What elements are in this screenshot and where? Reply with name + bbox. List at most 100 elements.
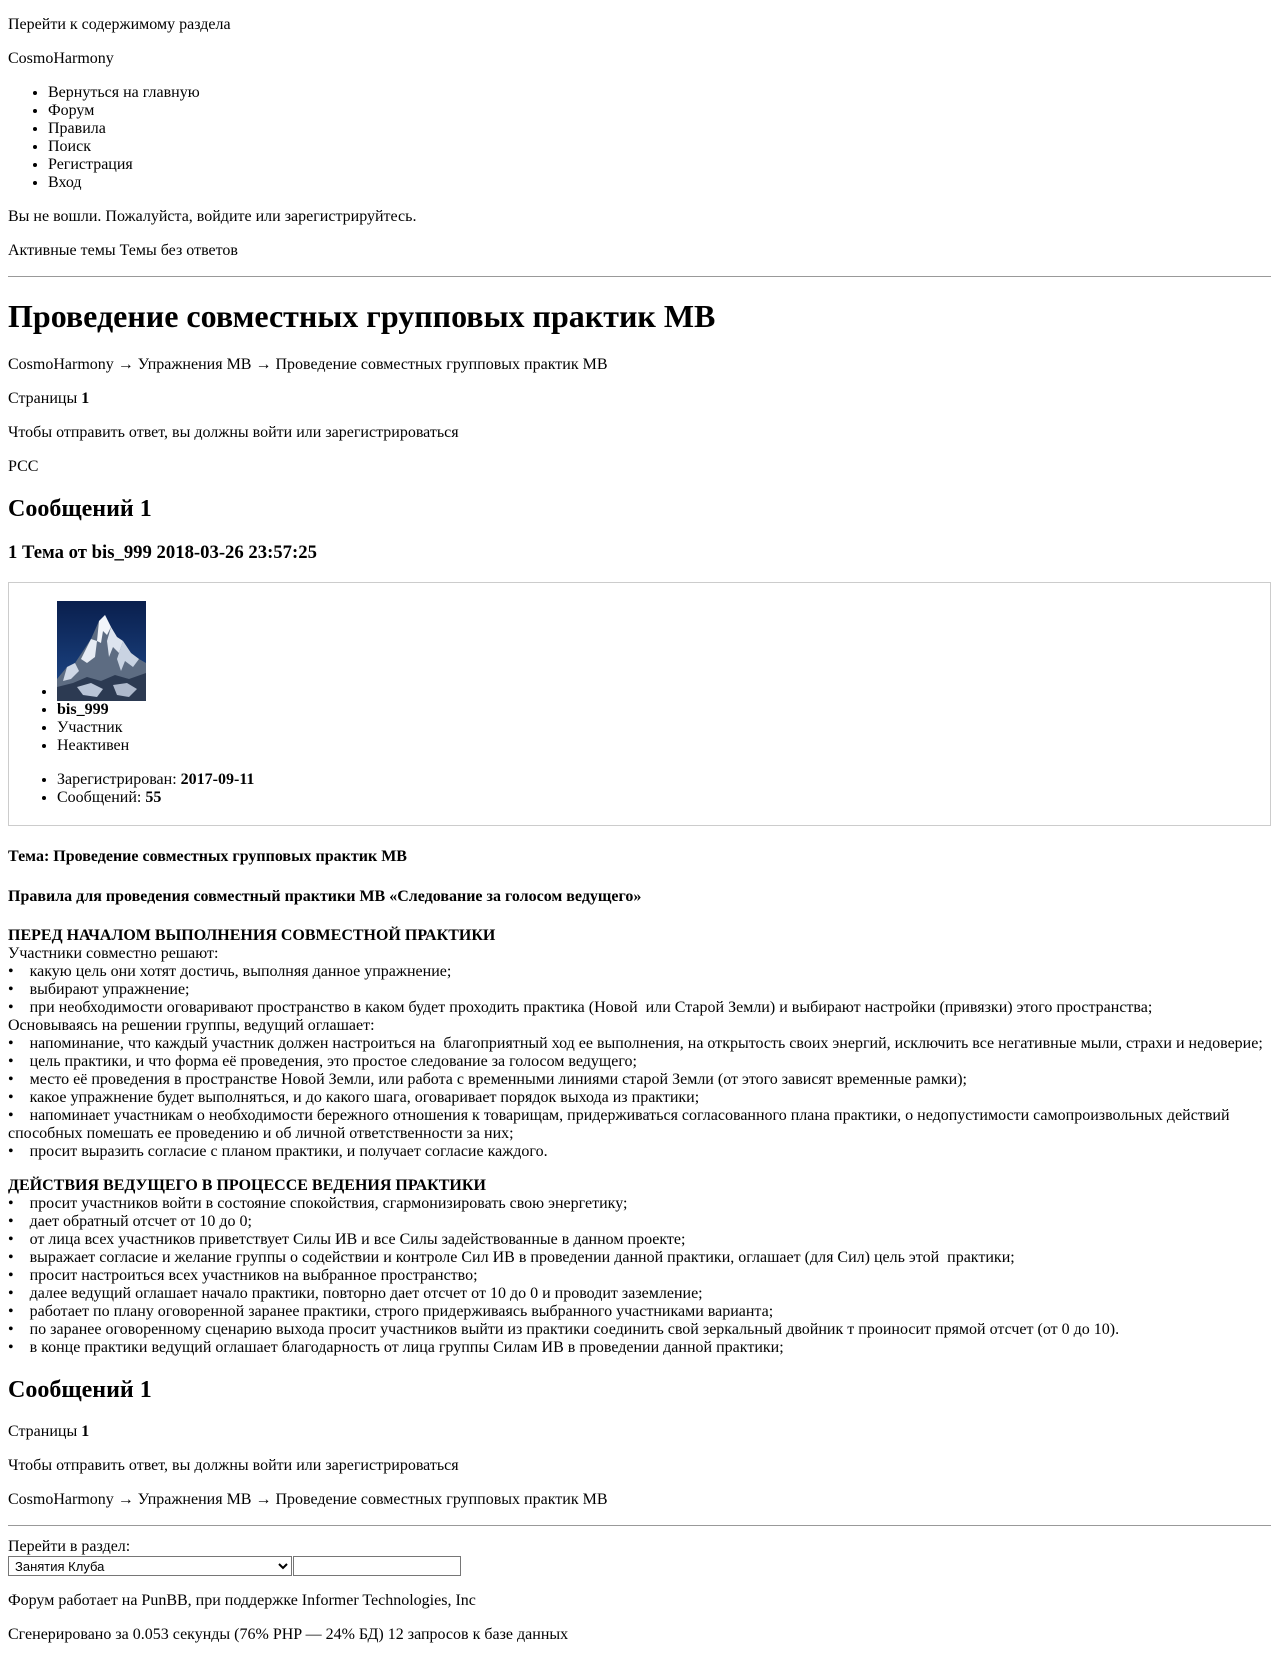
- post-line: • при необходимости оговаривают простран…: [8, 999, 1153, 1016]
- nav-item-home: Вернуться на главную: [48, 84, 1271, 102]
- forum-jump-select[interactable]: Занятия Клуба: [8, 1556, 292, 1576]
- reply-notice: Чтобы отправить ответ, вы должны войти и…: [8, 424, 459, 441]
- site-title-wrap: CosmoHarmony: [8, 50, 1271, 68]
- breadcrumb-home[interactable]: CosmoHarmony: [8, 1491, 114, 1508]
- post-line: • место её проведения в пространстве Нов…: [8, 1071, 967, 1088]
- footer-reply-notice: Чтобы отправить ответ, вы должны войти и…: [8, 1457, 459, 1474]
- author-post-count: Сообщений: 55: [57, 789, 1262, 807]
- breadcrumb-topic[interactable]: Проведение совместных групповых практик …: [275, 1491, 607, 1508]
- main-nav: Вернуться на главную Форум Правила Поиск…: [8, 84, 1271, 192]
- jump-controls: Занятия Клуба: [8, 1556, 1271, 1576]
- author-status: Неактивен: [57, 737, 1262, 755]
- header-skip: Перейти к содержимому раздела: [8, 16, 1271, 34]
- author-stats: Зарегистрирован: 2017-09-11 Сообщений: 5…: [17, 771, 1262, 807]
- breadcrumb-forum[interactable]: Упражнения МВ: [138, 356, 252, 373]
- page: Перейти к содержимому раздела CosmoHarmo…: [0, 0, 1280, 1644]
- breadcrumb: CosmoHarmony → Упражнения МВ → Проведени…: [8, 356, 1271, 374]
- post-body: ПЕРЕД НАЧАЛОМ ВЫПОЛНЕНИЯ СОВМЕСТНОЙ ПРАК…: [8, 927, 1271, 1357]
- nav-item-register: Регистрация: [48, 156, 1271, 174]
- site-title[interactable]: CosmoHarmony: [8, 50, 114, 67]
- footer-breadcrumb: CosmoHarmony → Упражнения МВ → Проведени…: [8, 1491, 1271, 1509]
- forum-jump: Перейти в раздел: Занятия Клуба: [8, 1538, 1271, 1576]
- author-avatar-item: [57, 601, 1262, 701]
- footer-divider: [8, 1525, 1271, 1526]
- breadcrumb-separator: →: [255, 1491, 272, 1508]
- unanswered-topics-link[interactable]: Темы без ответов: [120, 242, 238, 259]
- post-line: • от лица всех участников приветствует С…: [8, 1231, 686, 1248]
- post-line: • просит выразить согласие с планом прак…: [8, 1143, 548, 1160]
- rules-title: Правила для проведения совместный практи…: [8, 888, 642, 905]
- rss-wrap: РСС: [8, 458, 1271, 476]
- nav-link-login[interactable]: Вход: [48, 174, 82, 191]
- nav-link-home[interactable]: Вернуться на главную: [48, 84, 200, 101]
- pagination: Страницы 1: [8, 390, 1271, 408]
- footer-pages-label: Страницы: [8, 1423, 78, 1440]
- author-name[interactable]: bis_999: [57, 701, 109, 718]
- nav-item-rules: Правила: [48, 120, 1271, 138]
- post-header: 1 Тема от bis_999 2018-03-26 23:57:25: [8, 542, 1271, 564]
- post-line: • в конце практики ведущий оглашает благ…: [8, 1339, 784, 1356]
- footer-posts-heading: Сообщений 1: [8, 1377, 152, 1403]
- avatar: [57, 601, 146, 701]
- post-header-link[interactable]: 1 Тема от bis_999 2018-03-26 23:57:25: [8, 542, 317, 563]
- author-name-item: bis_999: [57, 701, 1262, 719]
- nav-link-rules[interactable]: Правила: [48, 120, 106, 137]
- posts-count-label: Сообщений:: [57, 789, 142, 806]
- login-notice: Вы не вошли. Пожалуйста, войдите или зар…: [8, 208, 417, 225]
- nav-item-login: Вход: [48, 174, 1271, 192]
- posts-heading: Сообщений 1: [8, 496, 152, 522]
- post-line: • работает по плану оговоренной заранее …: [8, 1303, 774, 1320]
- post-content: Тема: Проведение совместных групповых пр…: [8, 847, 1271, 1357]
- nav-item-search: Поиск: [48, 138, 1271, 156]
- nav-item-forum: Форум: [48, 102, 1271, 120]
- breadcrumb-separator: →: [117, 356, 134, 373]
- forum-jump-input[interactable]: [293, 1556, 461, 1576]
- skip-to-content-link[interactable]: Перейти к содержимому раздела: [8, 16, 231, 33]
- section-title-before: ПЕРЕД НАЧАЛОМ ВЫПОЛНЕНИЯ СОВМЕСТНОЙ ПРАК…: [8, 927, 496, 944]
- post-line: • напоминание, что каждый участник долже…: [8, 1035, 1263, 1052]
- post-line: • выбирают упражнение;: [8, 981, 190, 998]
- post-line: • напоминает участникам о необходимости …: [8, 1107, 1234, 1142]
- pages-label: Страницы: [8, 390, 78, 407]
- breadcrumb-home[interactable]: CosmoHarmony: [8, 356, 114, 373]
- footer-pagination: Страницы 1: [8, 1423, 1271, 1441]
- post-subject: Тема: Проведение совместных групповых пр…: [8, 848, 407, 865]
- post-line: • дает обратный отсчет от 10 до 0;: [8, 1213, 252, 1230]
- quick-links: Активные темы Темы без ответов: [8, 242, 1271, 260]
- registered-value: 2017-09-11: [180, 771, 255, 788]
- rss-link[interactable]: РСС: [8, 458, 38, 475]
- powered-by: Форум работает на PunBB, при поддержке I…: [8, 1592, 476, 1609]
- nav-link-forum[interactable]: Форум: [48, 102, 94, 119]
- author-info: bis_999 Участник Неактивен Зарегистриров…: [8, 582, 1271, 826]
- posts-count-value: 55: [145, 789, 162, 806]
- breadcrumb-separator: →: [255, 356, 272, 373]
- post-line: Участники совместно решают:: [8, 945, 219, 962]
- breadcrumb-topic[interactable]: Проведение совместных групповых практик …: [275, 356, 607, 373]
- jump-label: Перейти в раздел:: [8, 1538, 131, 1555]
- post-line: • по заранее оговоренному сценарию выход…: [8, 1321, 1120, 1338]
- post-line: • просит настроиться всех участников на …: [8, 1267, 478, 1284]
- current-page: 1: [81, 390, 90, 407]
- post-line: • далее ведущий оглашает начало практики…: [8, 1285, 703, 1302]
- post-line: • какое упражнение будет выполняться, и …: [8, 1089, 700, 1106]
- author-registered: Зарегистрирован: 2017-09-11: [57, 771, 1262, 789]
- footer-current-page: 1: [81, 1423, 90, 1440]
- nav-link-search[interactable]: Поиск: [48, 138, 91, 155]
- author-title: Участник: [57, 719, 1262, 737]
- topic-title: Проведение совместных групповых практик …: [8, 298, 716, 334]
- active-topics-link[interactable]: Активные темы: [8, 242, 116, 259]
- author-identity: bis_999 Участник Неактивен: [17, 601, 1262, 755]
- generation-stats: Сгенерировано за 0.053 секунды (76% PHP …: [8, 1626, 569, 1643]
- post-line: • просит участников войти в состояние сп…: [8, 1195, 628, 1212]
- section-title-during: ДЕЙСТВИЯ ВЕДУЩЕГО В ПРОЦЕССЕ ВЕДЕНИЯ ПРА…: [8, 1177, 486, 1194]
- registered-label: Зарегистрирован:: [57, 771, 177, 788]
- post-line: • какую цель они хотят достичь, выполняя…: [8, 963, 452, 980]
- post-line: • цель практики, и что форма её проведен…: [8, 1053, 637, 1070]
- nav-link-register[interactable]: Регистрация: [48, 156, 133, 173]
- breadcrumb-forum[interactable]: Упражнения МВ: [138, 1491, 252, 1508]
- mountain-photo-avatar-icon: [57, 601, 146, 701]
- header-divider: [8, 276, 1271, 277]
- post-line: • выражает согласие и желание группы о с…: [8, 1249, 1015, 1266]
- breadcrumb-separator: →: [117, 1491, 134, 1508]
